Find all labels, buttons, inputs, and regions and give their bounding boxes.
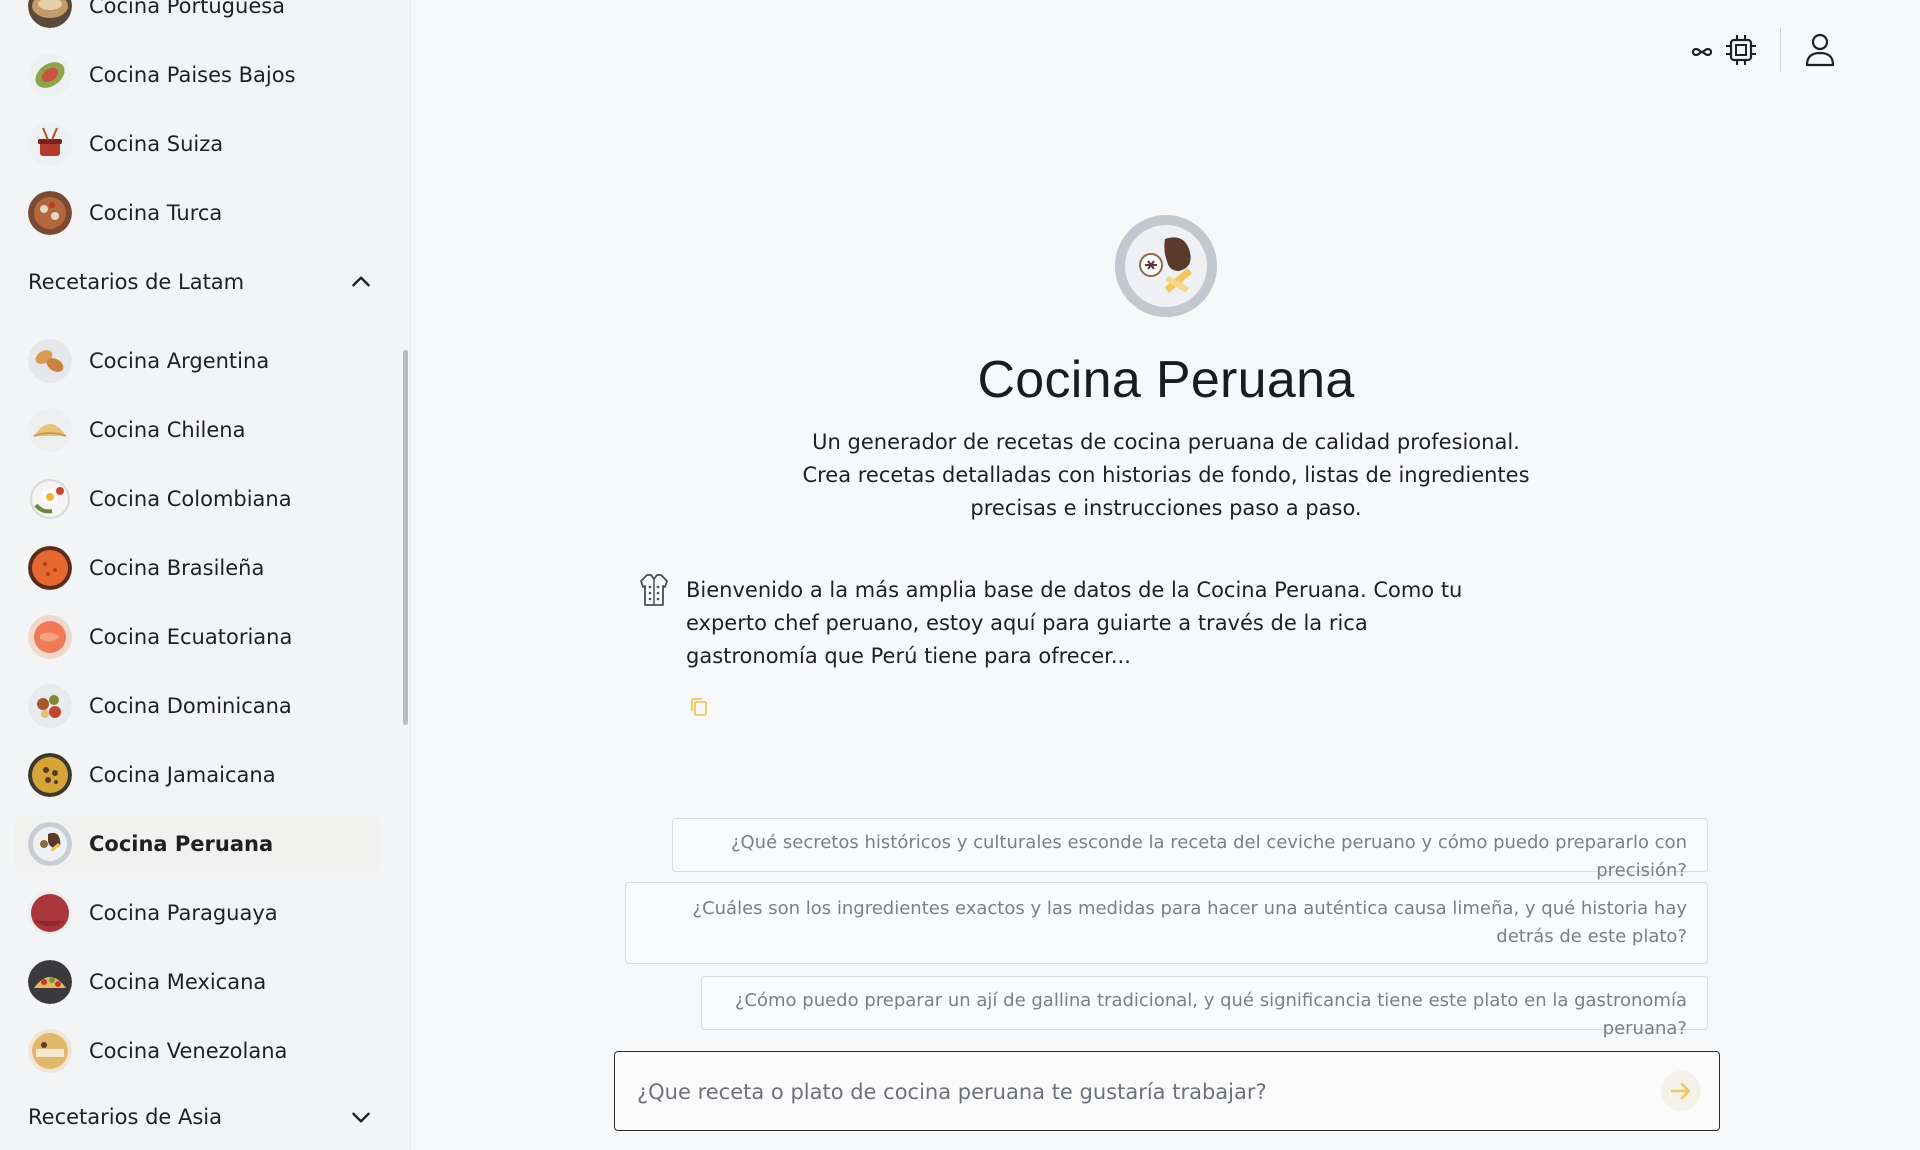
infinity-icon[interactable] <box>1690 40 1714 64</box>
sidebar-item-chilena[interactable]: Cocina Chilena <box>14 402 380 458</box>
venezuelan-dish-icon <box>28 1029 72 1073</box>
suggestion-button[interactable]: ¿Qué secretos históricos y culturales es… <box>672 818 1708 881</box>
sidebar-scrollbar[interactable] <box>403 350 408 725</box>
sidebar-item-brasilena[interactable]: Cocina Brasileña <box>14 540 380 596</box>
sidebar-item-label: Cocina Paraguaya <box>89 901 278 925</box>
turkish-dish-icon <box>28 191 72 235</box>
section-header-latam[interactable]: Recetarios de Latam <box>0 257 380 307</box>
sidebar-item-label: Cocina Peruana <box>89 832 274 856</box>
page-title: Cocina Peruana <box>977 351 1355 409</box>
section-title: Recetarios de Asia <box>28 1105 223 1129</box>
sidebar-item-label: Cocina Ecuatoriana <box>89 625 293 649</box>
sidebar-item-paises-bajos[interactable]: Cocina Paises Bajos <box>14 47 380 103</box>
sidebar-item-label: Cocina Turca <box>89 201 223 225</box>
sidebar-item-paraguaya[interactable]: Cocina Paraguaya <box>14 885 380 941</box>
sidebar-item-label: Cocina Dominicana <box>89 694 292 718</box>
suggestion-button[interactable]: ¿Cuáles son los ingredientes exactos y l… <box>625 882 1708 964</box>
colombian-dish-icon <box>28 477 72 521</box>
sidebar-scroll-content: Cocina Portuguesa Cocina Paises Bajos Co… <box>0 0 410 1142</box>
sidebar-item-dominicana[interactable]: Cocina Dominicana <box>14 678 380 734</box>
sidebar-item-colombiana[interactable]: Cocina Colombiana <box>14 471 380 527</box>
assistant-welcome-message: Bienvenido a la más amplia base de datos… <box>686 578 1463 668</box>
arrow-right-icon <box>1670 1082 1691 1100</box>
user-icon[interactable] <box>1804 32 1836 68</box>
recipe-prompt-box <box>614 1051 1720 1131</box>
cpu-chip-icon[interactable] <box>1724 33 1758 67</box>
recipe-prompt-input[interactable] <box>635 1072 1619 1112</box>
section-header-asia[interactable]: Recetarios de Asia <box>0 1092 380 1142</box>
dutch-dish-icon <box>28 53 72 97</box>
suggestion-button[interactable]: ¿Cómo puedo preparar un ají de gallina t… <box>701 976 1708 1039</box>
sidebar-item-turca[interactable]: Cocina Turca <box>14 185 380 241</box>
sidebar-item-jamaicana[interactable]: Cocina Jamaicana <box>14 747 380 803</box>
sidebar-item-peruana[interactable]: Cocina Peruana <box>14 816 380 872</box>
peruvian-cuisine-logo <box>1115 215 1217 317</box>
sidebar-item-ecuatoriana[interactable]: Cocina Ecuatoriana <box>14 609 380 665</box>
sidebar-item-label: Cocina Mexicana <box>89 970 267 994</box>
chevron-up-icon <box>352 276 370 287</box>
sidebar-item-portuguesa[interactable]: Cocina Portuguesa <box>14 0 380 34</box>
mexican-tacos-icon <box>28 960 72 1004</box>
dominican-dish-icon <box>28 684 72 728</box>
sidebar-item-label: Cocina Paises Bajos <box>89 63 296 87</box>
sidebar-item-label: Cocina Portuguesa <box>89 0 286 18</box>
chevron-down-icon <box>352 1112 370 1123</box>
sidebar-item-suiza[interactable]: Cocina Suiza <box>14 116 380 172</box>
section-title: Recetarios de Latam <box>28 270 245 294</box>
paraguayan-dish-icon <box>28 891 72 935</box>
sidebar-item-label: Cocina Venezolana <box>89 1039 288 1063</box>
sidebar-item-label: Cocina Chilena <box>89 418 246 442</box>
sidebar-item-label: Cocina Suiza <box>89 132 224 156</box>
chef-jacket-icon <box>640 574 668 606</box>
jamaican-dish-icon <box>28 753 72 797</box>
peruvian-dish-icon <box>28 822 72 866</box>
argentine-dish-icon <box>28 339 72 383</box>
sidebar-item-venezolana[interactable]: Cocina Venezolana <box>14 1023 380 1079</box>
ecuadorian-dish-icon <box>28 615 72 659</box>
topbar-divider <box>1780 28 1781 72</box>
sidebar-item-label: Cocina Jamaicana <box>89 763 276 787</box>
swiss-fondue-icon <box>28 122 72 166</box>
portuguese-dish-icon <box>28 0 72 28</box>
sidebar-item-mexicana[interactable]: Cocina Mexicana <box>14 954 380 1010</box>
sidebar: Cocina Portuguesa Cocina Paises Bajos Co… <box>0 0 411 1150</box>
sidebar-item-argentina[interactable]: Cocina Argentina <box>14 333 380 389</box>
sidebar-item-label: Cocina Colombiana <box>89 487 292 511</box>
sidebar-item-label: Cocina Brasileña <box>89 556 265 580</box>
page-description: Un generador de recetas de cocina peruan… <box>802 430 1530 520</box>
send-button[interactable] <box>1661 1071 1701 1111</box>
copy-icon[interactable] <box>688 696 710 718</box>
sidebar-item-label: Cocina Argentina <box>89 349 270 373</box>
chilean-empanada-icon <box>28 408 72 452</box>
brazilian-dish-icon <box>28 546 72 590</box>
